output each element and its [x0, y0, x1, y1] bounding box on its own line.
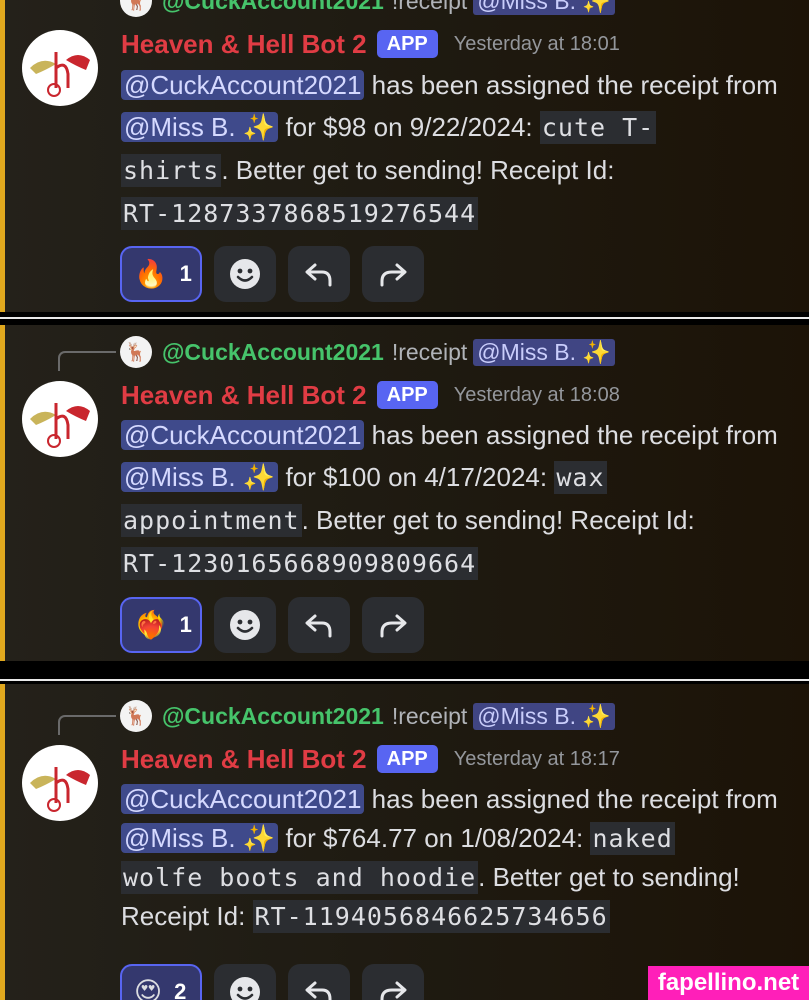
bot-avatar[interactable] [22, 745, 98, 821]
message-body: @CuckAccount2021 has been assigned the r… [121, 780, 796, 936]
user-mention[interactable]: @CuckAccount2021 [121, 70, 365, 100]
forward-arrow-icon [380, 981, 407, 1000]
app-badge: APP [376, 30, 438, 58]
receipt-id: RT-1230165668909809664 [121, 547, 479, 580]
forward-arrow-icon [380, 263, 407, 287]
replied-user-avatar: 🦌 [120, 336, 152, 368]
reaction-chip[interactable]: ❤️‍🔥 1 [120, 597, 202, 653]
timestamp[interactable]: Yesterday at 18:17 [454, 748, 620, 771]
inline-code: cute T- [539, 111, 657, 144]
replied-user-avatar: 🦌 [120, 0, 152, 17]
message-text: has been assigned the receipt from [364, 70, 778, 100]
reply-arrow-icon [305, 614, 332, 638]
message-header: Heaven & Hell Bot 2 APP Yesterday at 18:… [121, 742, 620, 776]
add-reaction-button[interactable] [214, 964, 276, 1000]
message-header: Heaven & Hell Bot 2 APP Yesterday at 18:… [121, 27, 620, 61]
inline-code: wolfe boots and hoodie [121, 861, 479, 894]
forward-button[interactable] [362, 597, 424, 653]
reply-spine [58, 715, 116, 735]
user-mention[interactable]: @CuckAccount2021 [121, 784, 365, 814]
reply-reference[interactable]: 🦌 @CuckAccount2021 !receipt @Miss B. ✨ [58, 700, 616, 735]
app-badge: APP [376, 381, 438, 409]
fire-emoji-icon: 🔥 [134, 259, 168, 289]
reply-reference[interactable]: 🦌 @CuckAccount2021 !receipt @Miss B. ✨ [62, 0, 616, 17]
inline-code: naked [590, 822, 675, 855]
message-panel-3: 🦌 @CuckAccount2021 !receipt @Miss B. ✨ H… [0, 684, 809, 1000]
angel-devil-logo-icon [30, 52, 90, 97]
receipt-id: RT-1287337868519276544 [121, 197, 479, 230]
reply-button[interactable] [288, 246, 350, 302]
forward-button[interactable] [362, 964, 424, 1000]
reaction-bar: 😍 2 [120, 964, 424, 1000]
replied-command: !receipt [391, 0, 468, 14]
replied-username[interactable]: @CuckAccount2021 [162, 339, 384, 366]
panel-divider [0, 312, 809, 325]
replied-command: !receipt [391, 338, 468, 365]
reaction-bar: 🔥 1 [120, 246, 424, 302]
smiley-icon [230, 610, 260, 640]
bot-name[interactable]: Heaven & Hell Bot 2 [121, 744, 367, 775]
message-text: has been assigned the receipt from [364, 784, 778, 814]
reply-arrow-icon [305, 981, 332, 1000]
smiley-icon [230, 977, 260, 1000]
inline-code: wax [554, 461, 607, 494]
message-text: has been assigned the receipt from [364, 420, 778, 450]
watermark: fapellino.net [648, 966, 809, 1000]
reaction-bar: ❤️‍🔥 1 [120, 597, 424, 653]
app-badge: APP [376, 745, 438, 773]
timestamp[interactable]: Yesterday at 18:01 [454, 33, 620, 56]
reaction-count: 1 [179, 261, 192, 286]
reaction-count: 1 [179, 612, 192, 637]
smiley-icon [230, 259, 260, 289]
replied-mention[interactable]: @Miss B. ✨ [473, 0, 616, 15]
divider-line [0, 679, 809, 681]
add-reaction-button[interactable] [214, 246, 276, 302]
heart-on-fire-emoji-icon: ❤️‍🔥 [134, 610, 168, 640]
message-panel-1: 🦌 @CuckAccount2021 !receipt @Miss B. ✨ H… [0, 0, 809, 312]
message-body: @CuckAccount2021 has been assigned the r… [121, 64, 796, 235]
user-mention[interactable]: @Miss B. ✨ [121, 112, 279, 142]
reply-arrow-icon [305, 263, 332, 287]
replied-mention[interactable]: @Miss B. ✨ [473, 702, 616, 730]
user-mention[interactable]: @CuckAccount2021 [121, 420, 365, 450]
forward-arrow-icon [380, 614, 407, 638]
user-mention[interactable]: @Miss B. ✨ [121, 823, 279, 853]
receipt-id: RT-1194056846625734656 [252, 900, 610, 933]
inline-code: shirts [121, 154, 222, 187]
reply-spine [58, 351, 116, 371]
replied-username[interactable]: @CuckAccount2021 [162, 703, 384, 730]
replied-username[interactable]: @CuckAccount2021 [162, 0, 384, 15]
bot-avatar[interactable] [22, 381, 98, 457]
reaction-count: 2 [174, 979, 187, 1000]
message-header: Heaven & Hell Bot 2 APP Yesterday at 18:… [121, 378, 620, 412]
reaction-chip[interactable]: 😍 2 [120, 964, 202, 1000]
message-body: @CuckAccount2021 has been assigned the r… [121, 414, 796, 585]
bot-name[interactable]: Heaven & Hell Bot 2 [121, 380, 367, 411]
bot-avatar[interactable] [22, 30, 98, 106]
reply-button[interactable] [288, 964, 350, 1000]
forward-button[interactable] [362, 246, 424, 302]
message-text: . Better get to sending! Receipt Id: [221, 155, 615, 185]
add-reaction-button[interactable] [214, 597, 276, 653]
replied-user-avatar: 🦌 [120, 700, 152, 732]
angel-devil-logo-icon [30, 767, 90, 812]
message-text: for $100 on 4/17/2024: [278, 462, 555, 492]
message-text: for $98 on 9/22/2024: [278, 112, 540, 142]
message-panel-2: 🦌 @CuckAccount2021 !receipt @Miss B. ✨ H… [0, 325, 809, 661]
divider-line [0, 317, 809, 319]
user-mention[interactable]: @Miss B. ✨ [121, 462, 279, 492]
reaction-chip[interactable]: 🔥 1 [120, 246, 202, 302]
message-text: . Better get to sending! Receipt Id: [301, 505, 695, 535]
reply-reference[interactable]: 🦌 @CuckAccount2021 !receipt @Miss B. ✨ [58, 336, 616, 371]
timestamp[interactable]: Yesterday at 18:08 [454, 384, 620, 407]
panel-divider [0, 661, 809, 684]
reply-button[interactable] [288, 597, 350, 653]
inline-code: appointment [121, 504, 302, 537]
heart-eyes-emoji-icon: 😍 [134, 976, 163, 1000]
replied-command: !receipt [391, 702, 468, 729]
replied-mention[interactable]: @Miss B. ✨ [473, 338, 616, 366]
angel-devil-logo-icon [30, 403, 90, 448]
message-text: for $764.77 on 1/08/2024: [278, 823, 591, 853]
bot-name[interactable]: Heaven & Hell Bot 2 [121, 29, 367, 60]
